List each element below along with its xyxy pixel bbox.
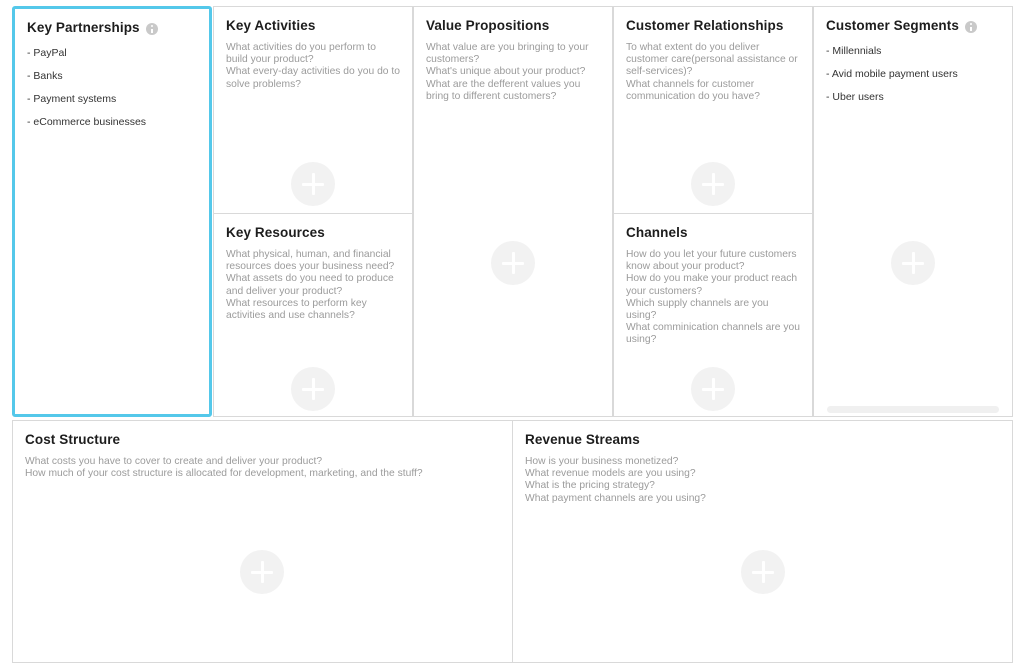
list-item[interactable]: - PayPal: [27, 47, 197, 59]
hint-text: What revenue models are you using?: [525, 468, 696, 480]
hint-text: What physical, human, and financial reso…: [226, 249, 395, 273]
hint-list-key-activities: What activities do you perform to build …: [226, 42, 400, 91]
list-item[interactable]: - Payment systems: [27, 93, 197, 105]
info-icon[interactable]: [145, 23, 158, 35]
hint-text: What channels for customer communication…: [626, 78, 760, 102]
hint-text: How much of your cost structure is alloc…: [25, 468, 423, 480]
add-card-button-key-activities[interactable]: [291, 162, 335, 206]
add-card-button-revenue-streams[interactable]: [741, 550, 785, 594]
add-card-button-cost-structure[interactable]: [240, 550, 284, 594]
hint-list-revenue-streams: How is your business monetized? What rev…: [525, 456, 1000, 505]
hint-text: Which supply channels are you using?: [626, 297, 769, 322]
panel-title-text: Key Resources: [226, 225, 325, 240]
hint-text: How do you make your product reach your …: [626, 273, 798, 297]
panel-title-text: Cost Structure: [25, 432, 121, 447]
business-model-canvas: Key Partnerships - PayPal - Banks - Paym…: [0, 0, 1025, 669]
panel-title-key-partnerships: Key Partnerships: [27, 20, 197, 36]
list-item[interactable]: - Avid mobile payment users: [826, 68, 1000, 80]
horizontal-scrollbar-customer-segments[interactable]: [827, 406, 999, 413]
info-icon[interactable]: [964, 21, 977, 33]
panel-title-text: Key Activities: [226, 18, 316, 33]
hint-list-channels: How do you let your future customers kno…: [626, 249, 800, 347]
panel-title-text: Value Propositions: [426, 18, 550, 33]
list-item[interactable]: - Uber users: [826, 91, 1000, 103]
hint-text: What comminication channels are you usin…: [626, 322, 800, 346]
hint-text: What activities do you perform to build …: [226, 42, 376, 66]
panel-title-text: Key Partnerships: [27, 20, 140, 35]
panel-title-key-resources: Key Resources: [226, 225, 400, 241]
hint-text: What resources to perform key activities…: [226, 297, 367, 322]
hint-text: What value are you bringing to your cust…: [426, 42, 589, 66]
panel-value-propositions[interactable]: Value Propositions What value are you br…: [413, 6, 613, 417]
hint-text: What are the defferent values you bring …: [426, 78, 581, 102]
hint-text: What assets do you need to produce and d…: [226, 273, 394, 297]
add-card-button-key-resources[interactable]: [291, 367, 335, 411]
add-card-button-customer-relationships[interactable]: [691, 162, 735, 206]
hint-text: What payment channels are you using?: [525, 492, 706, 504]
hint-list-customer-relationships: To what extent do you deliver customer c…: [626, 42, 800, 103]
panel-title-text: Revenue Streams: [525, 432, 640, 447]
hint-text: How do you let your future customers kno…: [626, 249, 797, 273]
panel-title-customer-segments: Customer Segments: [826, 18, 1000, 34]
panel-cost-structure[interactable]: Cost Structure What costs you have to co…: [12, 420, 513, 663]
panel-title-text: Customer Relationships: [626, 18, 784, 33]
panel-title-value-propositions: Value Propositions: [426, 18, 600, 34]
hint-list-value-propositions: What value are you bringing to your cust…: [426, 42, 600, 103]
add-card-button-channels[interactable]: [691, 367, 735, 411]
panel-title-text: Channels: [626, 225, 688, 240]
hint-text: How is your business monetized?: [525, 456, 679, 467]
panel-title-cost-structure: Cost Structure: [25, 432, 500, 448]
panel-title-customer-relationships: Customer Relationships: [626, 18, 800, 34]
entry-list-key-partnerships: - PayPal - Banks - Payment systems - eCo…: [27, 47, 197, 128]
panel-revenue-streams[interactable]: Revenue Streams How is your business mon…: [513, 420, 1013, 663]
hint-text: What's unique about your product?: [426, 66, 586, 78]
entry-list-customer-segments: - Millennials - Avid mobile payment user…: [826, 45, 1000, 103]
add-card-button-customer-segments[interactable]: [891, 241, 935, 285]
hint-list-key-resources: What physical, human, and financial reso…: [226, 249, 400, 322]
hint-text: What costs you have to cover to create a…: [25, 456, 323, 467]
add-card-button-value-propositions[interactable]: [491, 241, 535, 285]
hint-text: What is the pricing strategy?: [525, 480, 655, 492]
hint-list-cost-structure: What costs you have to cover to create a…: [25, 456, 500, 480]
panel-title-revenue-streams: Revenue Streams: [525, 432, 1000, 448]
panel-title-text: Customer Segments: [826, 18, 959, 33]
list-item[interactable]: - eCommerce businesses: [27, 116, 197, 128]
panel-customer-segments[interactable]: Customer Segments - Millennials - Avid m…: [813, 6, 1013, 417]
hint-text: What every-day activities do you do to s…: [226, 66, 400, 90]
panel-key-partnerships[interactable]: Key Partnerships - PayPal - Banks - Paym…: [12, 6, 212, 417]
list-item[interactable]: - Banks: [27, 70, 197, 82]
hint-text: To what extent do you deliver customer c…: [626, 42, 798, 78]
panel-title-channels: Channels: [626, 225, 800, 241]
list-item[interactable]: - Millennials: [826, 45, 1000, 57]
panel-title-key-activities: Key Activities: [226, 18, 400, 34]
